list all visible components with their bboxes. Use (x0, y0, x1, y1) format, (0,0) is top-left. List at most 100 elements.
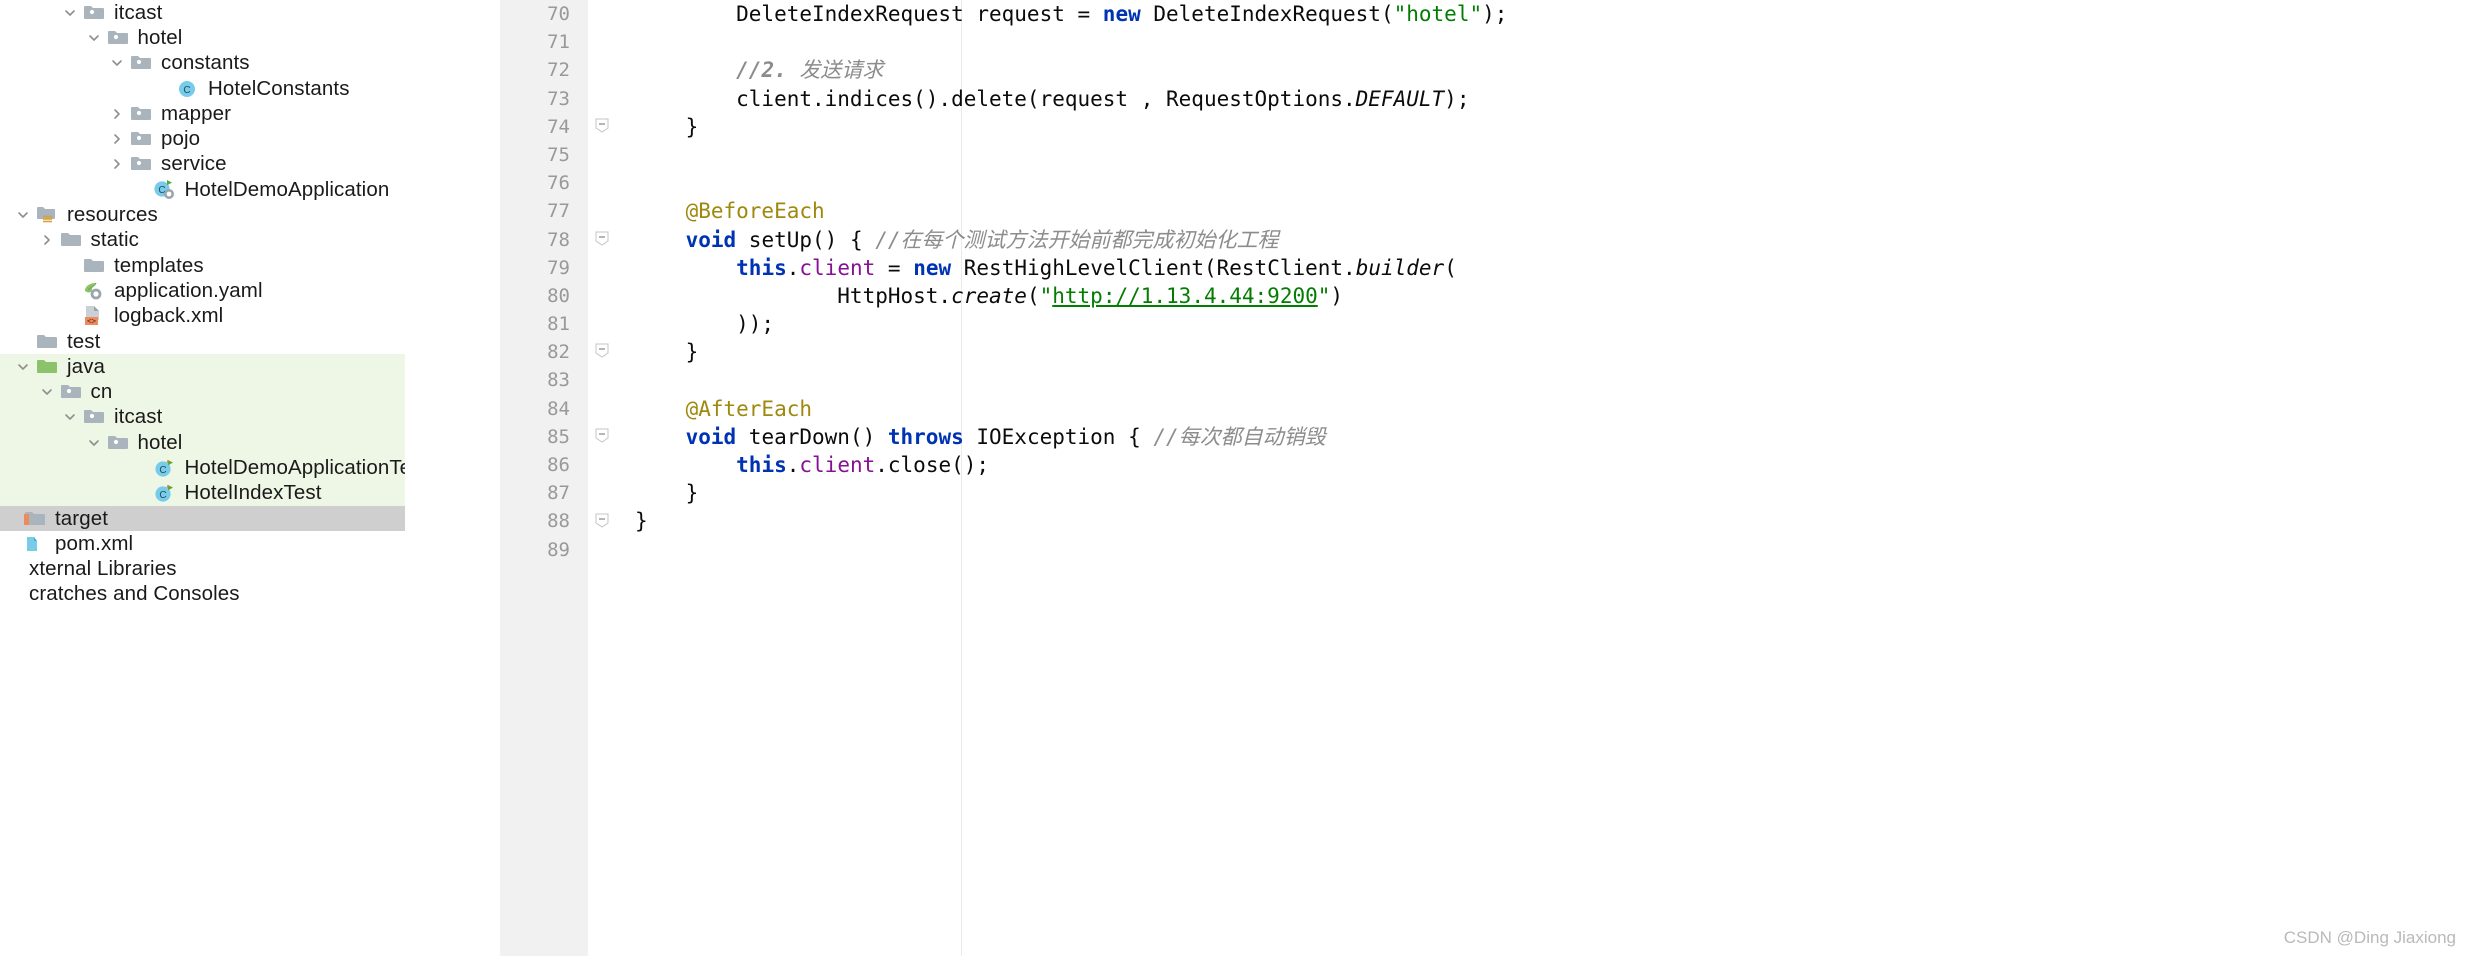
code-editor[interactable]: 70 71 72 73 74 75 76 77 78 79 80 81 82 83 84 85 86 87 88 89… (405, 0, 2470, 956)
code-token-plain: ( (1444, 255, 1457, 280)
line-number: 71 (547, 31, 570, 54)
tree-item-itcast[interactable]: itcast (0, 0, 405, 25)
code-token-ann: @BeforeEach (685, 199, 825, 224)
chevron-down-icon[interactable] (59, 6, 81, 20)
line-number: 85 (547, 425, 570, 448)
code-token-cmt: //每次都自动销毁 (1153, 424, 1326, 449)
tree-item-test[interactable]: test (0, 329, 405, 354)
tree-item-cn[interactable]: cn (0, 379, 405, 405)
line-number: 81 (547, 313, 570, 336)
tree-item-pom-xml[interactable]: pom.xml (0, 531, 405, 556)
code-token-plain: } (635, 114, 699, 139)
code-line[interactable]: } (635, 113, 2470, 141)
tree-item-hotel[interactable]: hotel (0, 430, 405, 456)
code-line[interactable]: //2. 发送请求 (635, 56, 2470, 84)
tree-item-hotel[interactable]: hotel (0, 25, 405, 50)
line-number: 75 (547, 143, 570, 166)
tree-item-constants[interactable]: constants (0, 51, 405, 76)
maven-pom-icon (22, 534, 48, 554)
chevron-right-icon[interactable] (106, 132, 128, 146)
tree-item-label: constants (161, 51, 250, 75)
code-line[interactable]: DeleteIndexRequest request = new DeleteI… (635, 0, 2470, 28)
code-token-plain: tearDown() (736, 424, 888, 449)
chevron-down-icon[interactable] (12, 208, 34, 222)
tree-item-target[interactable]: target (0, 505, 405, 532)
code-token-cmt-b: //2. (736, 58, 800, 83)
code-token-plain: )); (635, 312, 775, 337)
project-tree-panel[interactable]: itcast hotel constants C HotelConstants mappe… (0, 0, 405, 956)
code-token-str: " (1317, 283, 1331, 308)
tree-item-hotelconstants[interactable]: C HotelConstants (0, 76, 405, 101)
code-line[interactable] (635, 28, 2470, 56)
code-token-kw: this (736, 255, 787, 280)
code-line[interactable]: HttpHost.create("http://1.13.4.44:9200") (635, 282, 2470, 310)
fold-marker[interactable] (594, 427, 616, 449)
tree-item-application-yaml[interactable]: application.yaml (0, 278, 405, 303)
code-line[interactable]: void setUp() { //在每个测试方法开始前都完成初始化工程 (635, 226, 2470, 254)
code-line[interactable]: @AfterEach (635, 395, 2470, 423)
line-number: 87 (547, 482, 570, 505)
fold-marker[interactable] (594, 230, 616, 252)
tree-item-label: target (55, 506, 109, 530)
code-token-str: " (1039, 283, 1053, 308)
chevron-right-icon[interactable] (106, 157, 128, 171)
code-line[interactable]: @BeforeEach (635, 197, 2470, 225)
chevron-down-icon[interactable] (106, 56, 128, 70)
tree-item-itcast[interactable]: itcast (0, 404, 405, 431)
tree-item-service[interactable]: service (0, 152, 405, 177)
tree-item-hotelindextest[interactable]: C HotelIndexTest (0, 480, 405, 506)
tree-item-label: service (161, 152, 227, 176)
chevron-down-icon[interactable] (83, 436, 105, 450)
code-token-plain: . (786, 255, 800, 280)
code-line[interactable] (635, 141, 2470, 169)
tree-item-resources[interactable]: resources (0, 202, 405, 227)
code-token-stat: builder (1355, 255, 1445, 280)
fold-marker[interactable] (594, 117, 616, 139)
code-token-plain: } (635, 481, 699, 506)
package-folder-icon (128, 105, 154, 123)
code-line[interactable]: } (635, 479, 2470, 507)
tree-item-mapper[interactable]: mapper (0, 101, 405, 126)
code-token-plain: DeleteIndexRequest( (1140, 2, 1394, 26)
line-number: 84 (547, 397, 570, 420)
chevron-right-icon[interactable] (36, 233, 58, 247)
package-folder-icon (81, 4, 107, 22)
svg-text:C: C (159, 465, 166, 476)
tree-item-templates[interactable]: templates (0, 253, 405, 278)
tree-item-logback-xml[interactable]: <> logback.xml (0, 304, 405, 329)
code-line[interactable] (635, 366, 2470, 394)
chevron-down-icon[interactable] (83, 31, 105, 45)
chevron-right-icon[interactable] (106, 107, 128, 121)
tree-item-hoteldemoapplication[interactable]: C HotelDemoApplication (0, 177, 405, 202)
tree-item-cratches-and-consoles[interactable]: cratches and Consoles (0, 582, 405, 607)
code-line[interactable] (635, 169, 2470, 197)
tree-item-xternal-libraries[interactable]: xternal Libraries (0, 557, 405, 582)
tree-item-static[interactable]: static (0, 228, 405, 253)
fold-marker[interactable] (594, 342, 616, 364)
plain-folder-icon (34, 333, 60, 351)
chevron-down-icon[interactable] (36, 385, 58, 399)
code-token-cmt: //在每个测试方法开始前都完成初始化工程 (875, 227, 1279, 252)
code-line[interactable]: } (635, 507, 2470, 535)
tree-item-java[interactable]: java (0, 354, 405, 380)
code-token-ann: @AfterEach (685, 396, 813, 421)
tree-item-hoteldemoapplicationtests[interactable]: C HotelDemoApplicationTests (0, 455, 405, 481)
tree-item-pojo[interactable]: pojo (0, 126, 405, 151)
code-content[interactable]: DeleteIndexRequest request = new DeleteI… (635, 0, 2470, 564)
package-folder-icon (58, 383, 84, 401)
code-line[interactable]: this.client.close(); (635, 451, 2470, 479)
code-line[interactable]: } (635, 338, 2470, 366)
code-line[interactable]: )); (635, 310, 2470, 338)
fold-marker[interactable] (594, 512, 616, 534)
code-line[interactable]: void tearDown() throws IOException { //每… (635, 423, 2470, 451)
code-line[interactable]: client.indices().delete(request , Reques… (635, 85, 2470, 113)
project-tree[interactable]: itcast hotel constants C HotelConstants mappe… (0, 0, 405, 607)
code-line[interactable]: this.client = new RestHighLevelClient(Re… (635, 254, 2470, 282)
line-number: 82 (547, 341, 570, 364)
chevron-down-icon[interactable] (12, 360, 34, 374)
fold-column[interactable] (588, 0, 622, 956)
chevron-down-icon[interactable] (59, 410, 81, 424)
code-line[interactable] (635, 536, 2470, 564)
